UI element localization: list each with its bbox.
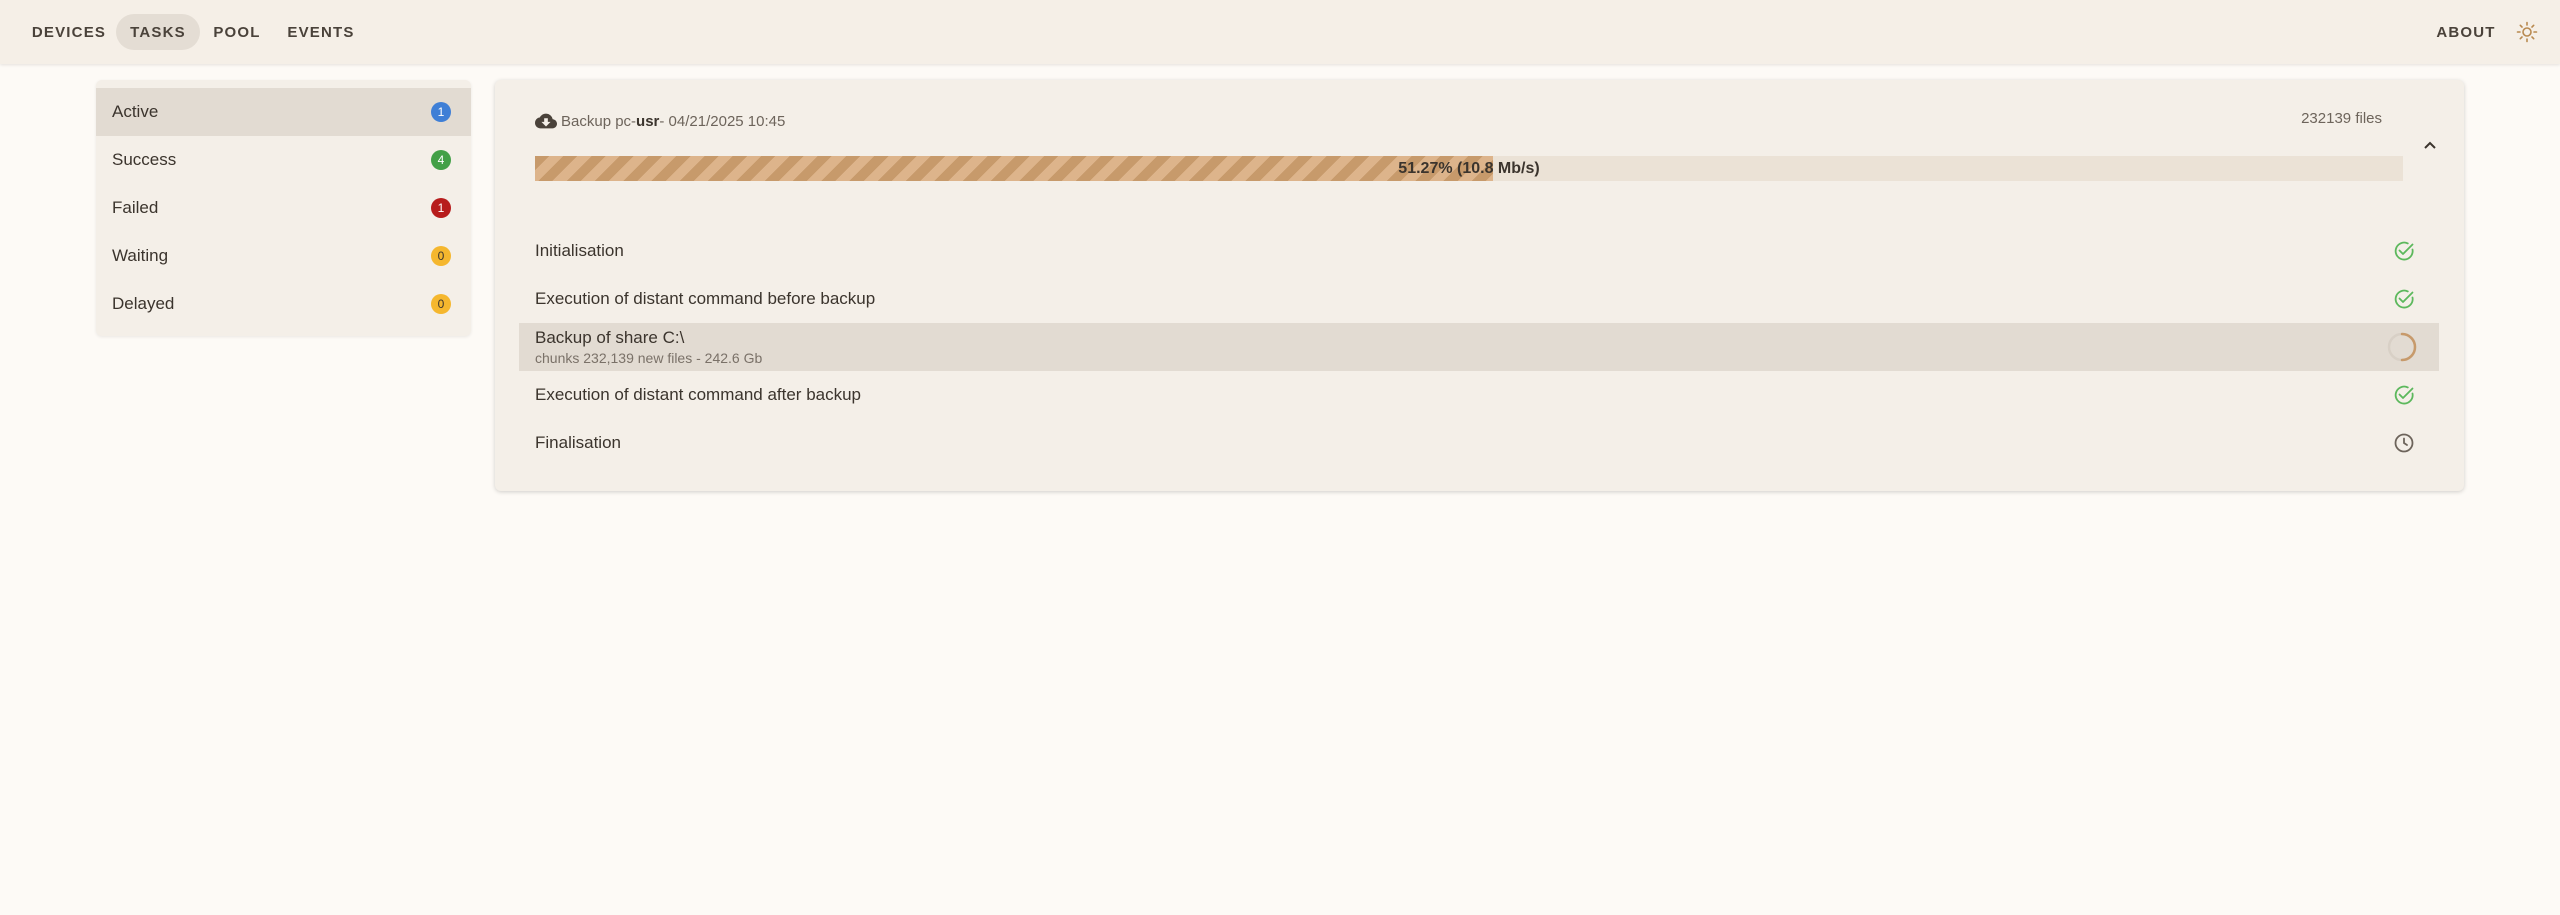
task-host: usr	[636, 112, 660, 130]
filter-waiting[interactable]: Waiting 0	[96, 232, 471, 280]
top-bar: DEVICES TASKS POOL EVENTS ABOUT	[0, 0, 2560, 64]
step-row: Finalisation	[519, 419, 2439, 467]
count-badge: 1	[431, 198, 451, 218]
step-row: Execution of distant command after backu…	[519, 371, 2439, 419]
step-detail: chunks 232,139 new files - 242.6 Gb	[535, 350, 763, 366]
cloud-download-icon	[535, 113, 557, 129]
loading-spinner-icon	[2387, 332, 2417, 362]
check-circle-icon	[2394, 289, 2414, 309]
filter-label: Success	[112, 150, 177, 169]
task-card: Backup pc-usr - 04/21/2025 10:45 232139 …	[495, 80, 2464, 491]
nav-pool[interactable]: POOL	[204, 14, 270, 50]
chevron-up-icon[interactable]	[2418, 134, 2442, 158]
progress-label: 51.27% (10.8 Mb/s)	[1398, 160, 1540, 177]
count-badge: 4	[431, 150, 451, 170]
clock-icon	[2394, 433, 2414, 453]
nav-devices[interactable]: DEVICES	[24, 14, 114, 50]
step-row: Execution of distant command before back…	[519, 275, 2439, 323]
step-label: Backup of share C:\	[535, 328, 685, 347]
step-label: Execution of distant command after backu…	[535, 385, 862, 404]
task-header: Backup pc-usr - 04/21/2025 10:45	[535, 110, 785, 132]
step-label: Initialisation	[535, 241, 624, 260]
nav-tasks[interactable]: TASKS	[116, 14, 200, 50]
task-title-prefix: Backup pc-	[561, 112, 637, 130]
check-circle-icon	[2394, 385, 2414, 405]
count-badge: 0	[431, 246, 451, 266]
sun-icon[interactable]	[2515, 20, 2539, 44]
filter-label: Waiting	[112, 246, 169, 265]
filter-label: Active	[112, 102, 159, 121]
filter-failed[interactable]: Failed 1	[96, 184, 471, 232]
progress-bar: 51.27% (10.8 Mb/s)	[535, 156, 2403, 181]
step-label: Finalisation	[535, 433, 621, 452]
filter-label: Failed	[112, 198, 159, 217]
count-badge: 1	[431, 102, 451, 122]
task-filter-list: Active 1 Success 4 Failed 1 Waiting 0 De…	[96, 80, 471, 336]
step-row-active: Backup of share C:\ chunks 232,139 new f…	[519, 323, 2439, 371]
filter-success[interactable]: Success 4	[96, 136, 471, 184]
step-list: Initialisation Execution of distant comm…	[519, 227, 2439, 467]
nav-events[interactable]: EVENTS	[278, 14, 364, 50]
step-label: Execution of distant command before back…	[535, 289, 876, 308]
filter-delayed[interactable]: Delayed 0	[96, 280, 471, 328]
step-row: Initialisation	[519, 227, 2439, 275]
task-date: - 04/21/2025 10:45	[659, 112, 786, 130]
count-badge: 0	[431, 294, 451, 314]
filter-active[interactable]: Active 1	[96, 88, 471, 136]
check-circle-icon	[2394, 241, 2414, 261]
filter-label: Delayed	[112, 294, 175, 313]
file-count: 232139 files	[2301, 110, 2382, 127]
nav-about[interactable]: ABOUT	[2426, 14, 2506, 50]
